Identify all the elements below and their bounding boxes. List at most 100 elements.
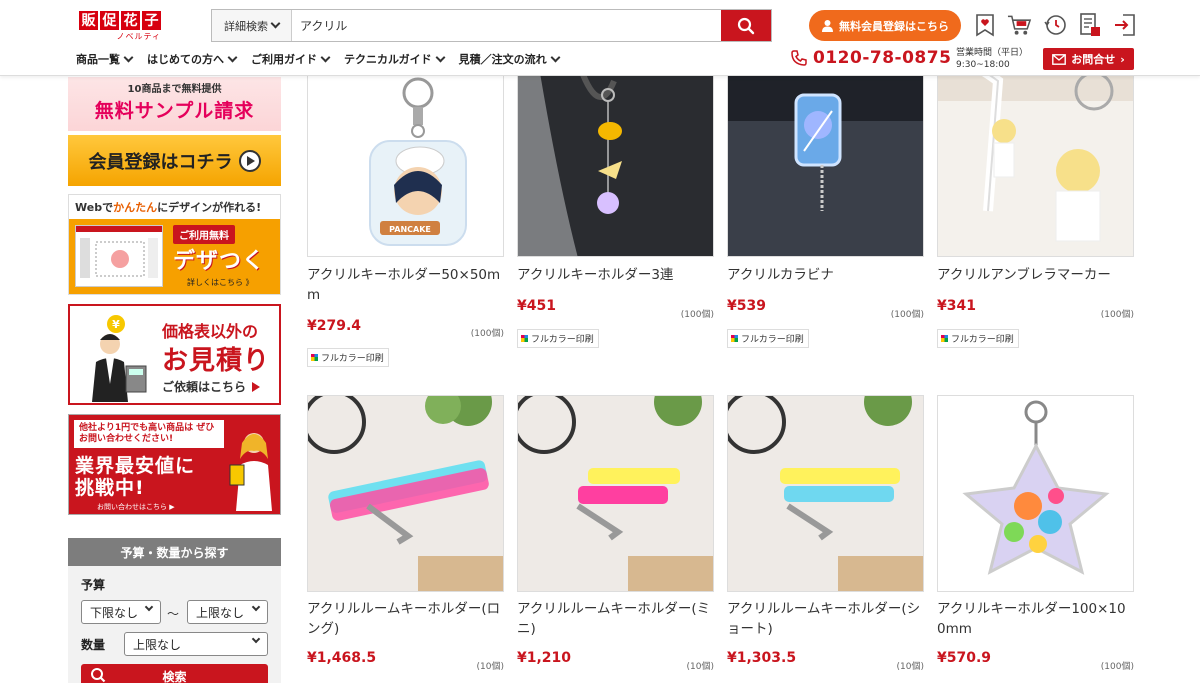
quote-line-3: ご依頼はこちら — [162, 378, 261, 395]
product-card[interactable] — [937, 60, 1134, 257]
product-card[interactable] — [727, 60, 924, 257]
product-name[interactable]: アクリルキーホルダー3連 — [517, 265, 714, 285]
member-register-banner[interactable]: 会員登録はコチラ — [68, 135, 281, 186]
nav-label: 見積／注文の流れ — [458, 53, 547, 66]
chevron-down-icon — [320, 52, 331, 62]
nav-item-beginners[interactable]: はじめての方へ — [147, 51, 238, 67]
budget-max-value: 上限なし — [196, 605, 245, 620]
chevron-down-icon — [251, 634, 261, 644]
product-image[interactable] — [517, 395, 714, 592]
main-nav: 商品一覧 はじめての方へ ご利用ガイド テクニカルガイド 見積／注文の流れ — [76, 51, 574, 67]
product-name[interactable]: アクリルカラビナ — [727, 265, 924, 285]
color-print-icon — [731, 335, 738, 342]
staff-illustration — [229, 433, 272, 511]
design-free-badge: ご利用無料 — [173, 225, 235, 244]
free-sample-banner[interactable]: 10商品まで無料提供 無料サンプル請求 — [68, 77, 281, 131]
product-name[interactable]: アクリルキーホルダー100×100mm — [937, 599, 1134, 639]
search-icon — [737, 17, 755, 34]
budget-label: 予算 — [81, 578, 106, 592]
product-name[interactable]: アクリルルームキーホルダー(ミニ) — [517, 599, 714, 639]
product-card[interactable] — [517, 395, 714, 592]
product-image[interactable]: PANCAKE — [307, 60, 504, 257]
favorites-icon[interactable] — [972, 12, 997, 37]
filter-search-label: 検索 — [162, 669, 187, 683]
product-card[interactable] — [517, 60, 714, 257]
design-tool-banner[interactable]: Webで かんたん にデザインが作れる! ご利用無料 デザつく 詳しくはこちら 》 — [68, 194, 281, 295]
quote-request-banner[interactable]: ¥ 価格表以外の お見積り ご依頼はこちら — [68, 304, 281, 405]
nav-item-order-flow[interactable]: 見積／注文の流れ — [458, 51, 561, 67]
chevron-down-icon — [227, 52, 238, 62]
search-type-select[interactable]: 詳細検索 — [212, 10, 292, 41]
lowest-price-banner[interactable]: 他社より1円でも高い商品は ぜひお問い合わせください! 業界最安値に 挑戦中! … — [68, 414, 281, 515]
login-icon[interactable] — [1112, 12, 1137, 37]
product-image[interactable] — [937, 395, 1134, 592]
nav-item-products[interactable]: 商品一覧 — [76, 51, 134, 67]
product-card[interactable] — [727, 395, 924, 592]
product-price: ¥570.9 — [937, 650, 992, 666]
tag-label: フルカラー印刷 — [531, 335, 594, 345]
range-separator: ～ — [167, 607, 180, 621]
nav-item-technical[interactable]: テクニカルガイド — [344, 51, 446, 67]
phone-number[interactable]: 0120-78-0875 — [791, 48, 951, 68]
contact-label: お問合せ — [1071, 53, 1116, 66]
site-logo[interactable]: 販 促 花 子 ノベルティ — [79, 11, 163, 45]
product-info: アクリルキーホルダー50×50mm ¥279.4 (100個) フルカラー印刷 — [307, 258, 504, 368]
register-button[interactable]: 無料会員登録はこちら — [809, 10, 961, 41]
cheap-headline-1: 業界最安値に — [75, 455, 196, 477]
quote-sheet-icon[interactable] — [1077, 12, 1102, 37]
product-name[interactable]: アクリルルームキーホルダー(ロング) — [307, 599, 504, 639]
filter-search-button[interactable]: 検索 — [81, 664, 268, 683]
site-header: 販 促 花 子 ノベルティ 詳細検索 無料会員登録はこちら — [0, 0, 1200, 76]
product-image[interactable] — [727, 60, 924, 257]
businessman-illustration: ¥ — [92, 315, 147, 402]
color-print-icon — [311, 354, 318, 361]
mail-icon — [1052, 53, 1067, 65]
product-unit: (10個) — [896, 662, 924, 672]
register-label: 無料会員登録はこちら — [839, 19, 949, 33]
product-price: ¥451 — [517, 298, 556, 314]
product-image[interactable] — [517, 60, 714, 257]
search-type-label: 詳細検索 — [224, 19, 268, 33]
product-image[interactable] — [727, 395, 924, 592]
cart-icon[interactable] — [1007, 12, 1032, 37]
budget-max-select[interactable]: 上限なし — [187, 600, 268, 624]
product-card[interactable]: PANCAKE — [307, 60, 504, 257]
print-tag: フルカラー印刷 — [517, 329, 599, 348]
product-price: ¥1,303.5 — [727, 650, 797, 666]
product-card[interactable] — [307, 395, 504, 592]
budget-min-value: 下限なし — [90, 605, 139, 620]
tag-label: フルカラー印刷 — [951, 335, 1014, 345]
product-image[interactable] — [307, 395, 504, 592]
tag-label: フルカラー印刷 — [741, 335, 804, 345]
nav-label: ご利用ガイド — [251, 53, 317, 66]
contact-button[interactable]: お問合せ › — [1043, 48, 1134, 70]
print-tag: フルカラー印刷 — [937, 329, 1019, 348]
design-more-link: 詳しくはこちら 》 — [187, 278, 254, 287]
quote-line-2: お見積り — [162, 346, 271, 376]
product-name[interactable]: アクリルアンブレラマーカー — [937, 265, 1134, 285]
product-image[interactable] — [937, 60, 1134, 257]
search-input[interactable] — [292, 10, 721, 41]
product-card[interactable] — [937, 395, 1134, 592]
logo-char: 花 — [121, 11, 140, 30]
budget-filter-panel: 予算・数量から探す 予算 下限なし ～ 上限なし 数量 上限なし — [68, 538, 281, 683]
product-info: アクリルキーホルダー3連 ¥451 (100個) フルカラー印刷 — [517, 258, 714, 348]
product-name[interactable]: アクリルルームキーホルダー(ショート) — [727, 599, 924, 639]
quantity-value: 上限なし — [133, 637, 182, 652]
svg-text:PANCAKE: PANCAKE — [389, 225, 431, 234]
search-bar: 詳細検索 — [211, 9, 772, 42]
product-price: ¥279.4 — [307, 318, 362, 334]
search-button[interactable] — [721, 10, 771, 41]
product-name[interactable]: アクリルキーホルダー50×50mm — [307, 265, 504, 305]
quantity-select[interactable]: 上限なし — [124, 632, 268, 656]
budget-min-select[interactable]: 下限なし — [81, 600, 161, 624]
nav-label: 商品一覧 — [76, 53, 120, 66]
nav-item-guide[interactable]: ご利用ガイド — [251, 51, 331, 67]
arrow-right-icon — [252, 381, 261, 392]
sample-subtitle: 10商品まで無料提供 — [127, 84, 222, 95]
product-unit: (100個) — [890, 310, 924, 320]
chevron-down-icon — [251, 602, 261, 612]
chevron-down-icon — [144, 602, 154, 612]
history-icon[interactable] — [1042, 12, 1067, 37]
product-price: ¥1,468.5 — [307, 650, 377, 666]
